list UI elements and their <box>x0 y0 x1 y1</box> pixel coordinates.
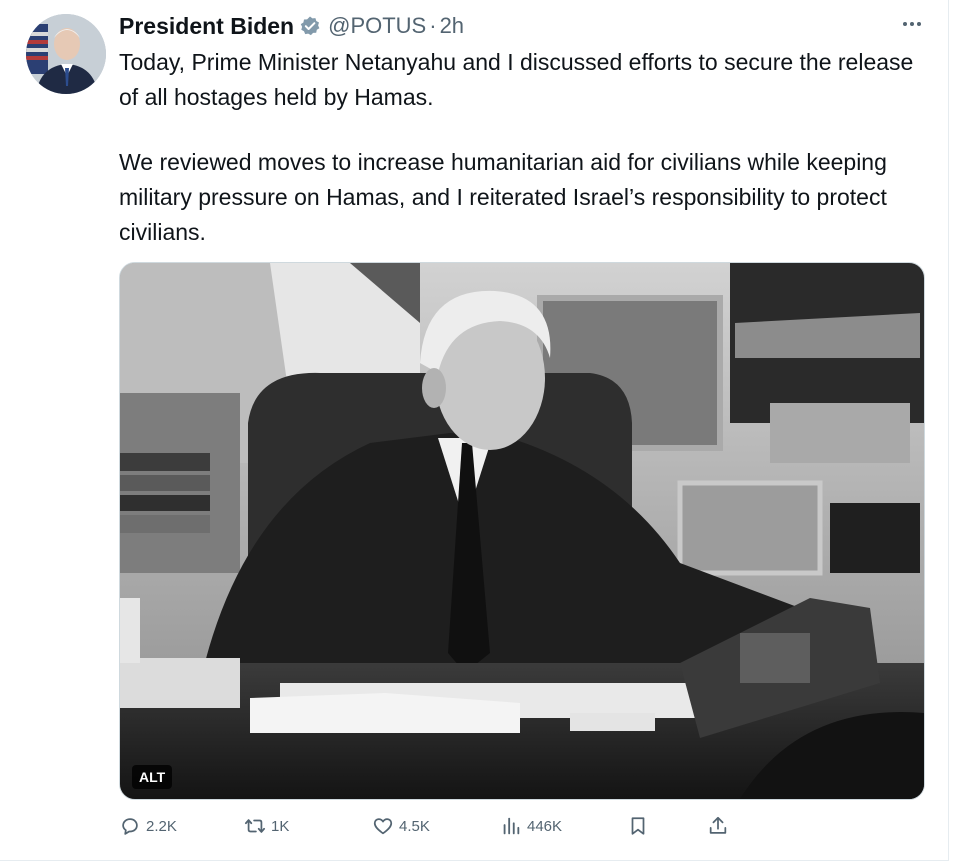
post-time[interactable]: 2h <box>440 13 464 39</box>
reply-icon <box>122 818 138 835</box>
tweet-card: President Biden @POTUS · 2h Today, Prime… <box>0 0 949 861</box>
reply-button[interactable]: 2.2K <box>119 812 177 840</box>
avatar-image <box>26 14 106 94</box>
share-button[interactable] <box>707 812 734 840</box>
separator-dot: · <box>429 13 437 38</box>
like-button[interactable]: 4.5K <box>372 812 430 840</box>
like-icon <box>373 818 393 835</box>
like-count: 4.5K <box>399 817 430 835</box>
views-icon <box>503 817 520 835</box>
tweet-paragraph: Today, Prime Minister Netanyahu and I di… <box>119 49 914 110</box>
tweet-photo[interactable]: ALT <box>119 262 925 800</box>
alt-text-button[interactable]: ALT <box>132 765 173 789</box>
avatar[interactable] <box>26 14 106 94</box>
photo-image <box>120 263 924 799</box>
tweet-paragraph: We reviewed moves to increase humanitari… <box>119 149 887 245</box>
views-button[interactable]: 446K <box>500 812 562 840</box>
author-handle[interactable]: @POTUS <box>328 13 426 39</box>
repost-count: 1K <box>271 817 290 835</box>
share-icon <box>709 816 727 834</box>
author-name[interactable]: President Biden <box>119 13 294 40</box>
tweet-text: Today, Prime Minister Netanyahu and I di… <box>119 45 929 250</box>
more-icon[interactable] <box>900 14 924 34</box>
tweet-header: President Biden @POTUS · 2h <box>119 10 464 42</box>
bookmark-icon <box>631 817 645 835</box>
repost-button[interactable]: 1K <box>244 812 289 840</box>
reply-count: 2.2K <box>146 817 177 835</box>
views-count: 446K <box>527 817 563 835</box>
repost-icon <box>244 819 266 833</box>
bookmark-button[interactable] <box>627 812 654 840</box>
verified-badge-icon <box>299 15 321 37</box>
action-bar: 2.2K 1K 4.5K 446K <box>119 812 739 840</box>
